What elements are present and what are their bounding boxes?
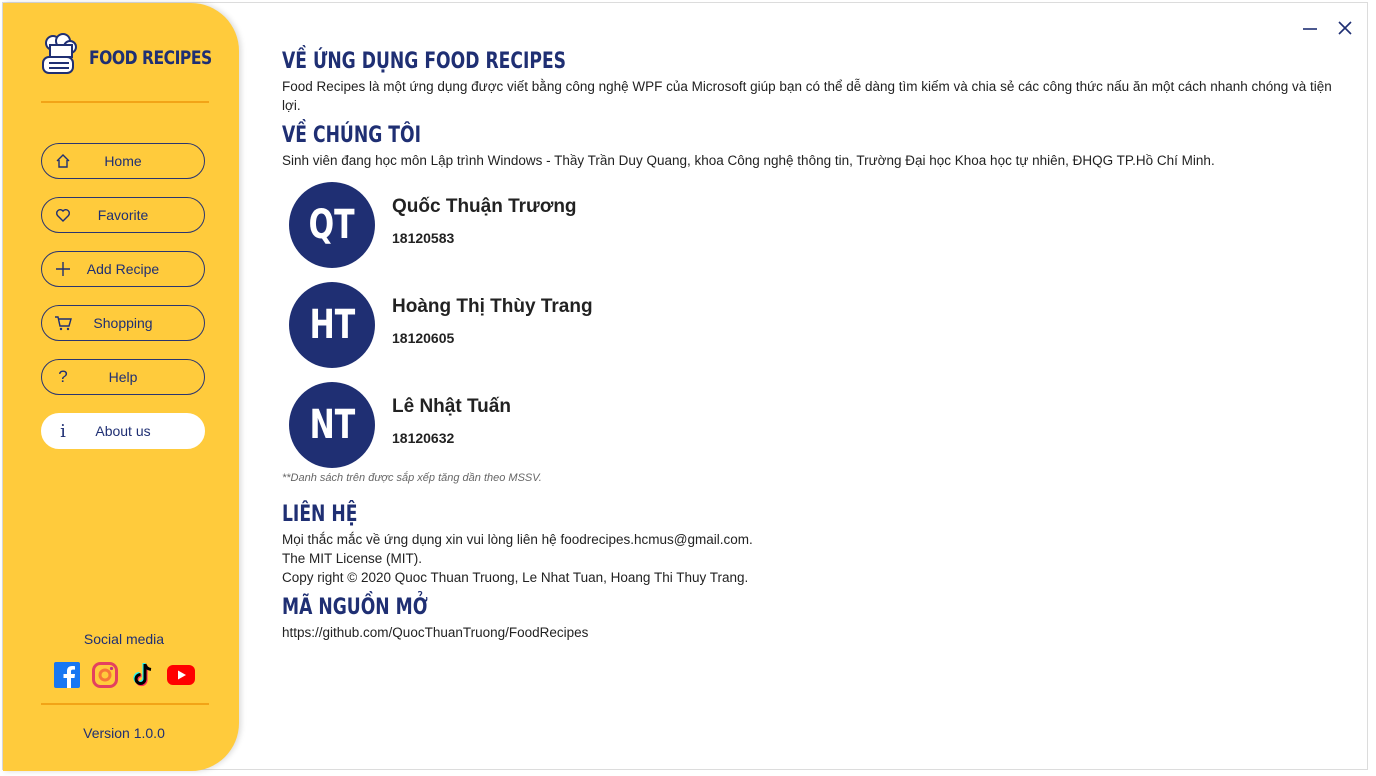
- close-icon: [1338, 21, 1352, 35]
- avatar-initials: HT: [309, 302, 355, 348]
- question-icon: ?: [58, 367, 68, 386]
- social-links: [53, 661, 195, 689]
- member-card: HT Hoàng Thị Thùy Trang 18120605: [282, 280, 1342, 380]
- avatar: QT: [289, 182, 375, 268]
- home-icon: [54, 152, 72, 170]
- member-id: 18120632: [392, 430, 455, 446]
- minimize-button[interactable]: [1299, 17, 1321, 39]
- member-card: NT Lê Nhật Tuấn 18120632: [282, 380, 1342, 480]
- app-description: Food Recipes là một ứng dụng được viết b…: [282, 79, 1332, 113]
- avatar: NT: [289, 382, 375, 468]
- about-content: VỀ ỨNG DỤNG FOOD RECIPES Food Recipes là…: [282, 47, 1342, 642]
- copyright-line: Copy right © 2020 Quoc Thuan Truong, Le …: [282, 570, 749, 585]
- info-icon: i: [60, 420, 66, 442]
- tiktok-icon[interactable]: [129, 661, 157, 689]
- brand: FOOD RECIPES: [39, 33, 239, 82]
- app-heading: VỀ ỨNG DỤNG FOOD RECIPES: [282, 49, 567, 74]
- source-link[interactable]: https://github.com/QuocThuanTruong/FoodR…: [282, 623, 1342, 642]
- avatar: HT: [289, 282, 375, 368]
- minimize-icon: [1303, 28, 1317, 30]
- source-heading: MÃ NGUỒN MỞ: [282, 595, 428, 620]
- brand-title: FOOD RECIPES: [89, 46, 212, 69]
- social-media-title: Social media: [83, 631, 165, 647]
- sidebar-item-add-recipe[interactable]: Add Recipe: [41, 251, 205, 287]
- close-button[interactable]: [1334, 17, 1356, 39]
- member-name: Lê Nhật Tuấn: [392, 396, 511, 417]
- avatar-initials: QT: [309, 202, 355, 248]
- team-description: Sinh viên đang học môn Lập trình Windows…: [282, 153, 1215, 168]
- member-name: Quốc Thuận Trương: [392, 196, 577, 217]
- facebook-icon[interactable]: [53, 661, 81, 689]
- youtube-icon[interactable]: [167, 661, 195, 689]
- heart-icon: [54, 206, 72, 224]
- license-line: The MIT License (MIT).: [282, 551, 423, 566]
- contact-line: Mọi thắc mắc về ứng dụng xin vui lòng li…: [282, 532, 753, 547]
- team-heading: VỀ CHÚNG TÔI: [282, 123, 421, 148]
- avatar-initials: NT: [309, 402, 355, 448]
- instagram-icon[interactable]: [91, 661, 119, 689]
- sidebar: FOOD RECIPES Home Favorite Add Recipe Sh…: [3, 3, 239, 771]
- sidebar-item-help[interactable]: ? Help: [41, 359, 205, 395]
- sidebar-divider-bottom: [41, 703, 209, 705]
- version-label: Version 1.0.0: [83, 725, 165, 741]
- member-card: QT Quốc Thuận Trương 18120583: [282, 180, 1342, 280]
- member-id: 18120605: [392, 330, 455, 346]
- chef-hat-logo-icon: [39, 33, 79, 82]
- sidebar-item-home[interactable]: Home: [41, 143, 205, 179]
- sidebar-item-favorite[interactable]: Favorite: [41, 197, 205, 233]
- member-id: 18120583: [392, 230, 455, 246]
- cart-icon: [54, 314, 72, 332]
- plus-icon: [54, 260, 72, 278]
- app-window: FOOD RECIPES Home Favorite Add Recipe Sh…: [2, 2, 1368, 771]
- contact-heading: LIÊN HỆ: [282, 502, 358, 527]
- sidebar-item-about-us[interactable]: i About us: [41, 413, 205, 449]
- member-name: Hoàng Thị Thùy Trang: [392, 296, 593, 317]
- sidebar-item-shopping[interactable]: Shopping: [41, 305, 205, 341]
- sidebar-divider-top: [41, 101, 209, 103]
- member-list: QT Quốc Thuận Trương 18120583 HT Hoàng T…: [282, 180, 1342, 480]
